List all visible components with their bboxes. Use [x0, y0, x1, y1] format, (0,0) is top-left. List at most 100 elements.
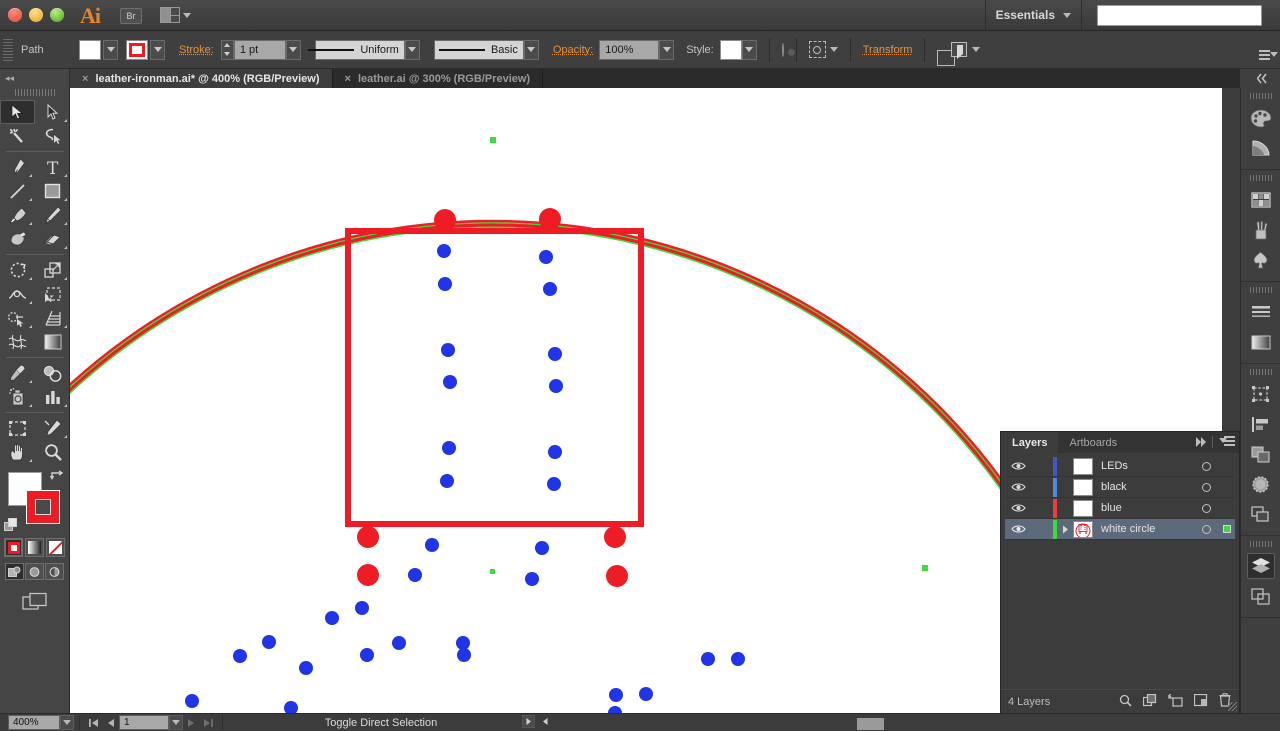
layer-row-white-circle[interactable]: white circle	[1005, 519, 1235, 540]
color-mode-button[interactable]	[4, 538, 23, 557]
artboard-number-dropdown[interactable]	[169, 715, 183, 730]
bridge-button[interactable]: Br	[120, 8, 142, 24]
appearance-panel-icon[interactable]	[1241, 499, 1280, 529]
blob-brush-tool[interactable]	[0, 227, 35, 251]
perspective-grid-tool[interactable]	[35, 306, 70, 330]
artboards-panel-icon[interactable]	[1241, 581, 1280, 611]
dock-group-grip[interactable]	[1250, 93, 1272, 99]
close-icon[interactable]: ×	[82, 73, 88, 85]
minimize-window-button[interactable]	[29, 8, 43, 22]
artboard-tool[interactable]	[0, 416, 35, 440]
zoom-tool[interactable]	[35, 440, 70, 464]
last-artboard-icon[interactable]	[200, 715, 217, 730]
pen-tool[interactable]	[0, 155, 35, 179]
close-window-button[interactable]	[8, 8, 22, 22]
expand-panel-icon[interactable]	[1196, 437, 1206, 447]
pathfinder-panel-icon[interactable]	[1241, 439, 1280, 469]
scale-tool[interactable]	[35, 258, 70, 282]
locate-object-icon[interactable]	[1119, 694, 1132, 710]
stroke-panel-icon[interactable]	[1241, 297, 1280, 327]
paintbrush-tool[interactable]	[0, 203, 35, 227]
target-indicator[interactable]	[1193, 504, 1219, 513]
select-similar-icon[interactable]	[951, 42, 967, 57]
collapse-dock-icon[interactable]	[1257, 72, 1275, 85]
direct-selection-tool[interactable]	[35, 100, 70, 124]
previous-artboard-icon[interactable]	[102, 715, 119, 730]
expand-arrow[interactable]	[1057, 525, 1073, 534]
stroke-color-swatch[interactable]	[26, 490, 60, 524]
search-help-input[interactable]	[1097, 5, 1262, 26]
draw-behind-button[interactable]	[25, 563, 44, 580]
eye-icon[interactable]	[1005, 503, 1031, 513]
transparency-panel-icon[interactable]	[1241, 469, 1280, 499]
gradient-mode-button[interactable]	[25, 538, 44, 557]
shape-builder-tool[interactable]	[0, 306, 35, 330]
maximize-window-button[interactable]	[50, 8, 64, 22]
brush-definition-select[interactable]: Basic	[434, 40, 524, 60]
eye-icon[interactable]	[1005, 482, 1031, 492]
layer-row-blue[interactable]: blue	[1005, 498, 1235, 519]
stroke-label[interactable]: Stroke:	[179, 44, 214, 56]
symbol-sprayer-tool[interactable]	[0, 385, 35, 409]
color-panel-icon[interactable]	[1241, 103, 1280, 133]
tab-layers[interactable]: Layers	[1001, 432, 1058, 453]
zoom-level-input[interactable]: 400%	[8, 715, 60, 730]
type-tool[interactable]: T	[35, 155, 70, 179]
opacity-input[interactable]: 100%	[599, 40, 659, 60]
fill-swatch[interactable]	[79, 40, 101, 60]
graphic-style-dropdown[interactable]	[742, 40, 757, 60]
line-segment-tool[interactable]	[0, 179, 35, 203]
eye-icon[interactable]	[1005, 461, 1031, 471]
free-transform-tool[interactable]	[35, 282, 70, 306]
layer-name[interactable]: white circle	[1101, 523, 1193, 535]
stroke-weight-input[interactable]: 1 pt	[234, 40, 286, 60]
control-bar-grip[interactable]	[3, 39, 13, 61]
tools-panel-grip[interactable]	[15, 89, 55, 96]
dock-group-grip[interactable]	[1250, 175, 1272, 181]
panel-resize-handle[interactable]	[1228, 702, 1237, 711]
width-tool[interactable]	[0, 282, 35, 306]
none-mode-button[interactable]	[46, 538, 65, 557]
workspace-switcher[interactable]: Essentials	[985, 0, 1082, 31]
stroke-profile-dropdown[interactable]	[405, 40, 420, 60]
dock-group-grip[interactable]	[1250, 287, 1272, 293]
swatches-panel-icon[interactable]	[1241, 185, 1280, 215]
magic-wand-tool[interactable]	[0, 124, 35, 148]
color-guide-panel-icon[interactable]	[1241, 133, 1280, 163]
opacity-dropdown[interactable]	[659, 40, 674, 60]
canvas-horizontal-scrollbar[interactable]	[494, 717, 1254, 731]
opacity-label[interactable]: Opacity:	[553, 44, 593, 56]
draw-inside-button[interactable]	[45, 563, 64, 580]
status-text[interactable]: Toggle Direct Selection	[246, 717, 516, 729]
opacity-mask-icon[interactable]	[782, 43, 784, 57]
first-artboard-icon[interactable]	[85, 715, 102, 730]
artboard-number-input[interactable]: 1	[119, 715, 169, 730]
stroke-swatch[interactable]	[126, 40, 148, 60]
mesh-tool[interactable]	[0, 330, 35, 354]
stroke-weight-dropdown[interactable]	[286, 40, 301, 60]
create-new-layer-icon[interactable]	[1194, 694, 1208, 710]
brushes-panel-icon[interactable]	[1241, 215, 1280, 245]
panel-menu-icon[interactable]	[1219, 436, 1235, 448]
fill-swatch-dropdown[interactable]	[103, 40, 118, 60]
gradient-tool[interactable]	[35, 330, 70, 354]
tab-artboards[interactable]: Artboards	[1058, 432, 1128, 453]
stroke-weight-stepper[interactable]	[221, 40, 234, 60]
document-tab-leather-ironman[interactable]: × leather-ironman.ai* @ 400% (RGB/Previe…	[70, 69, 333, 88]
layers-panel-icon[interactable]	[1241, 551, 1280, 581]
align-icon[interactable]	[809, 41, 826, 58]
target-indicator[interactable]	[1193, 462, 1219, 471]
document-tab-leather[interactable]: × leather.ai @ 300% (RGB/Preview)	[333, 69, 544, 88]
layer-row-leds[interactable]: LEDs	[1005, 456, 1235, 477]
dock-group-grip[interactable]	[1250, 541, 1272, 547]
create-new-sublayer-icon[interactable]	[1168, 694, 1183, 710]
symbols-panel-icon[interactable]	[1241, 245, 1280, 275]
align-panel-icon[interactable]	[1241, 409, 1280, 439]
next-artboard-icon[interactable]	[183, 715, 200, 730]
close-icon[interactable]: ×	[345, 73, 351, 85]
stroke-profile-select[interactable]: Uniform	[315, 40, 405, 60]
layer-name[interactable]: black	[1101, 481, 1193, 493]
eyedropper-tool[interactable]	[0, 361, 35, 385]
target-indicator[interactable]	[1193, 525, 1219, 534]
dock-group-grip[interactable]	[1250, 369, 1272, 375]
